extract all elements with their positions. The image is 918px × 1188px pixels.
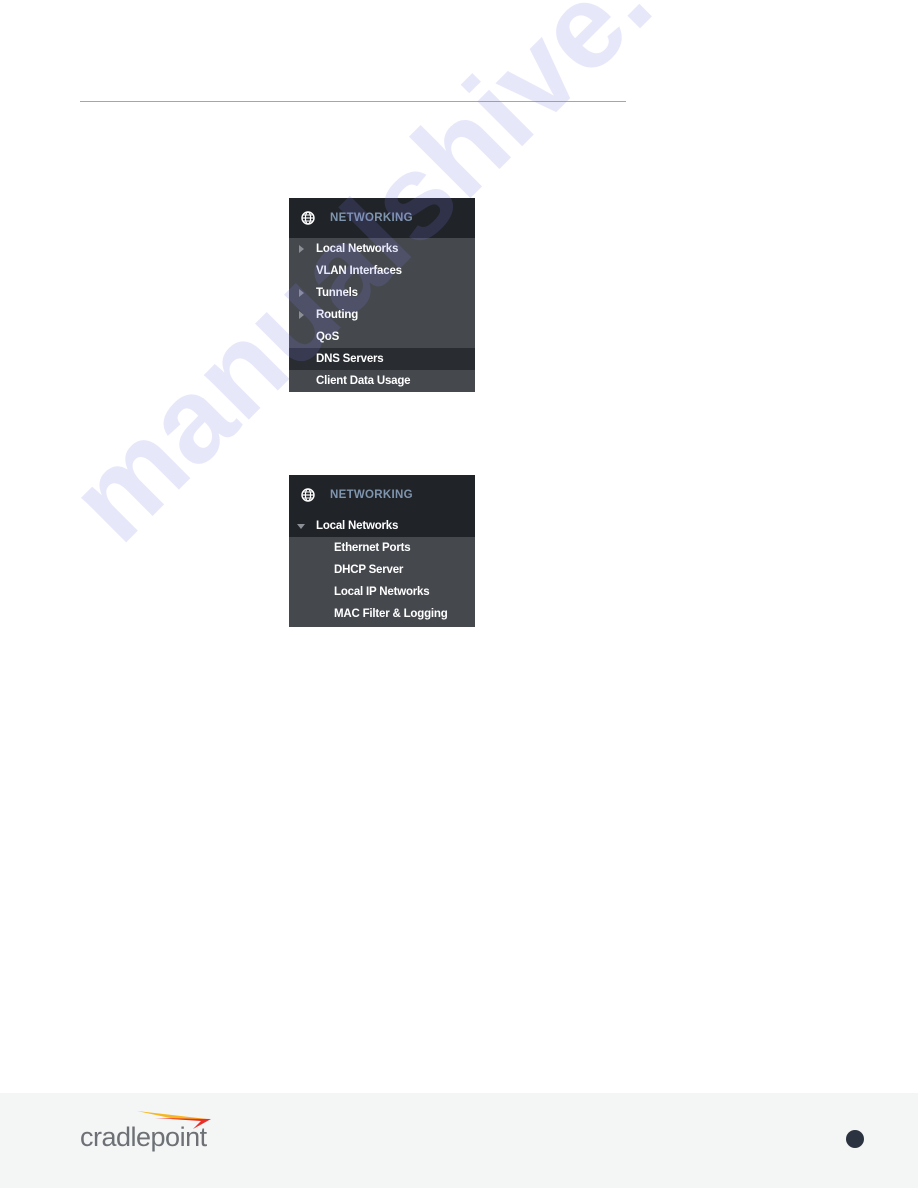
submenu-item-dhcp-server[interactable]: DHCP Server [289,559,475,581]
menu-item-label: VLAN Interfaces [316,265,402,277]
caret-right-icon [299,289,304,297]
networking-menu-expanded: NETWORKING Local Networks Ethernet Ports… [289,475,475,627]
submenu-item-mac-filter-logging[interactable]: MAC Filter & Logging [289,603,475,625]
menu-item-label: Tunnels [316,287,358,299]
menu-header[interactable]: NETWORKING [289,475,475,515]
globe-icon [301,488,315,502]
menu-title: NETWORKING [330,489,413,501]
submenu-item-label: Local IP Networks [334,586,430,598]
caret-right-icon [299,311,304,319]
menu-item-local-networks-expanded[interactable]: Local Networks [289,515,475,537]
submenu-item-label: Ethernet Ports [334,542,411,554]
globe-icon [301,211,315,225]
menu-item-label: Routing [316,309,359,321]
page-marker [846,1130,864,1148]
logo-text: cradlepoint [80,1122,207,1152]
menu-item-tunnels[interactable]: Tunnels [289,282,475,304]
menu-item-local-networks[interactable]: Local Networks [289,238,475,260]
menu-item-client-data-usage[interactable]: Client Data Usage [289,370,475,392]
menu-item-label: QoS [316,331,340,343]
menu-header[interactable]: NETWORKING [289,198,475,238]
cradlepoint-logo: cradlepoint [80,1110,215,1155]
menu-item-dns-servers[interactable]: DNS Servers [289,348,475,370]
menu-title: NETWORKING [330,212,413,224]
networking-menu-collapsed: NETWORKING Local Networks VLAN Interface… [289,198,475,392]
menu-item-routing[interactable]: Routing [289,304,475,326]
submenu-item-local-ip-networks[interactable]: Local IP Networks [289,581,475,603]
menu-item-label: Local Networks [316,520,399,532]
menu-item-label: Client Data Usage [316,375,411,387]
menu-item-label: Local Networks [316,243,399,255]
header-divider [80,101,626,102]
caret-right-icon [299,245,304,253]
submenu-item-label: MAC Filter & Logging [334,608,448,620]
menu-item-qos[interactable]: QoS [289,326,475,348]
submenu-item-ethernet-ports[interactable]: Ethernet Ports [289,537,475,559]
menu-item-vlan-interfaces[interactable]: VLAN Interfaces [289,260,475,282]
menu-item-label: DNS Servers [316,353,384,365]
caret-down-icon [297,524,305,529]
submenu-item-label: DHCP Server [334,564,404,576]
